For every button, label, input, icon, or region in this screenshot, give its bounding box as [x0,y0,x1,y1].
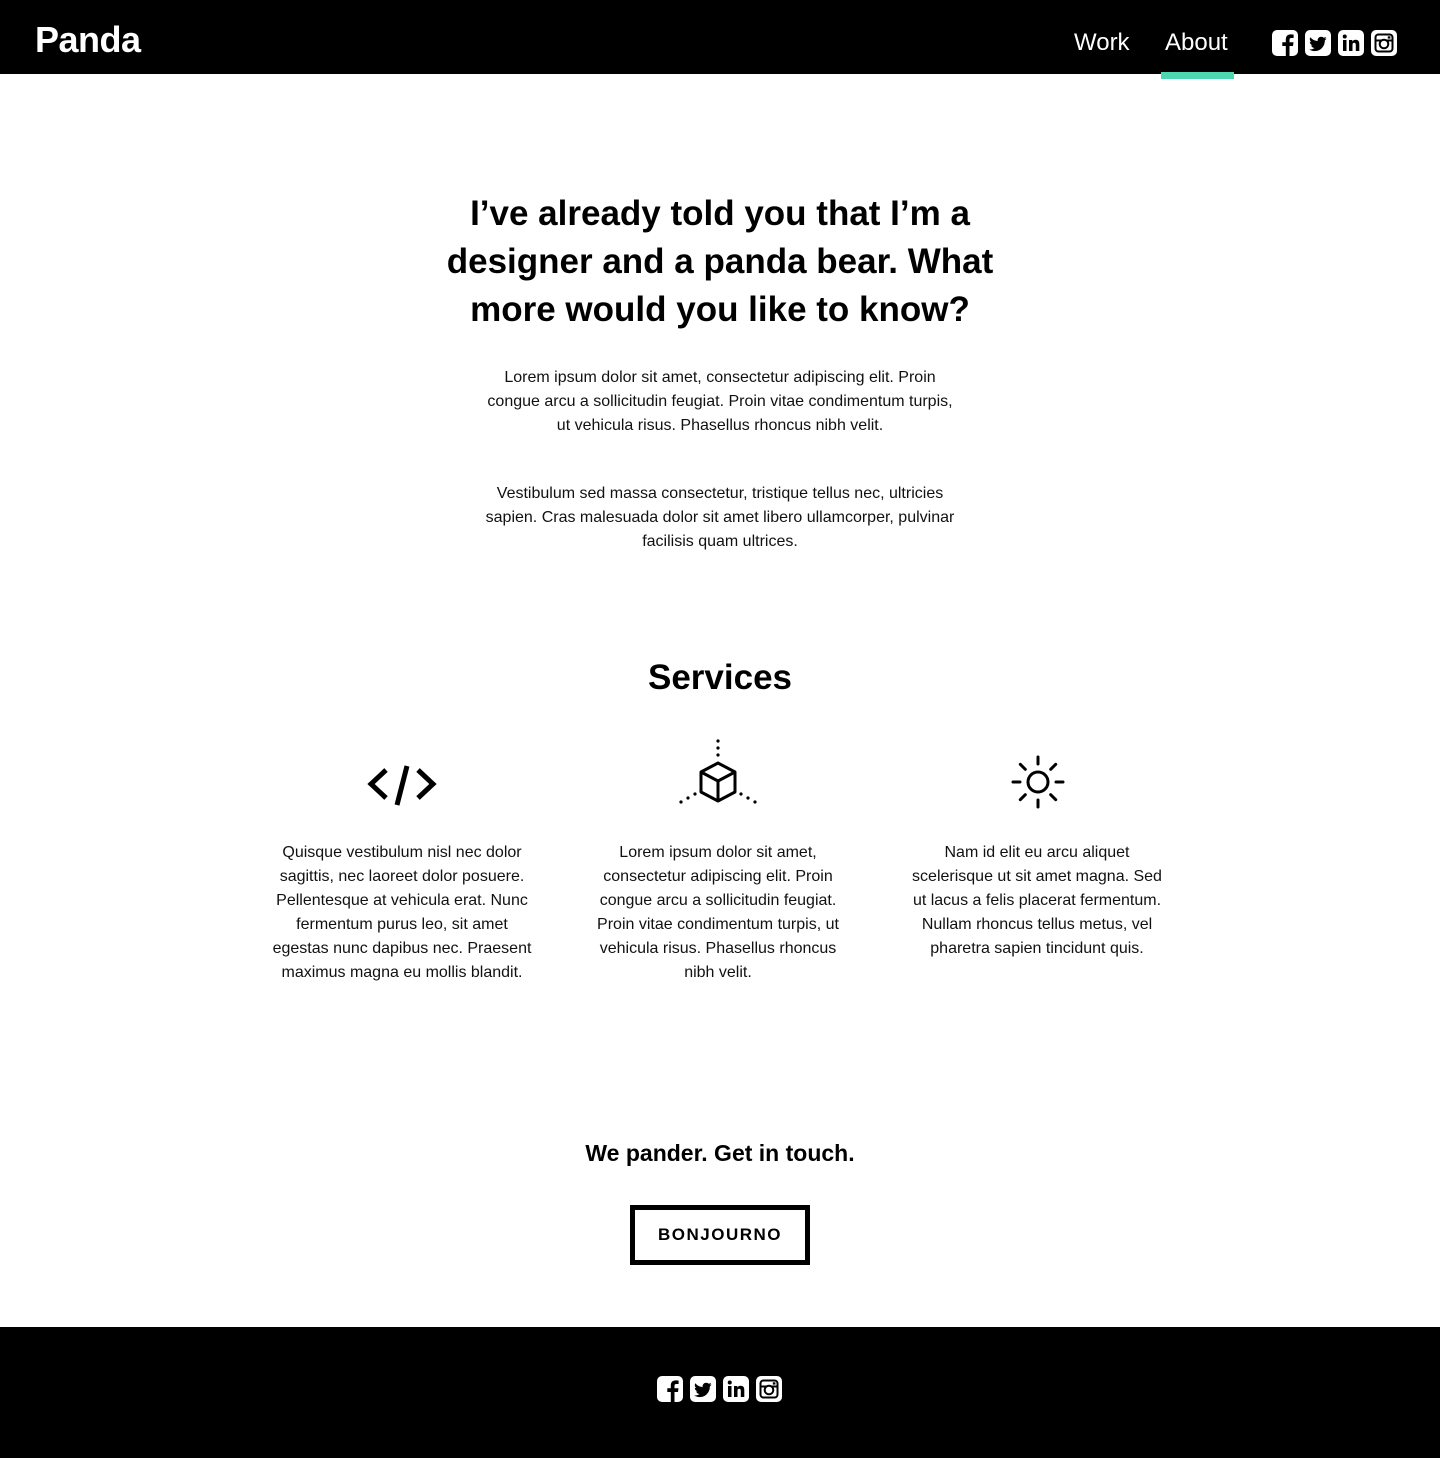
twitter-icon[interactable] [1305,30,1331,56]
facebook-icon[interactable] [657,1376,683,1402]
service-description: Nam id elit eu arcu aliquet scelerisque … [912,844,1162,957]
services-title: Services [647,658,793,697]
instagram-icon[interactable] [756,1376,782,1402]
linkedin-icon[interactable] [1338,30,1364,56]
linkedin-icon[interactable] [723,1376,749,1402]
intro-paragraph: Lorem ipsum dolor sit amet, consectetur … [487,369,953,434]
sun-icon [1011,755,1065,809]
facebook-icon[interactable] [1272,30,1298,56]
site-header: Panda Work About [0,0,1440,79]
nav-about-link[interactable]: About [1165,28,1228,58]
intro-paragraph: Vestibulum sed massa consectetur, tristi… [485,485,955,550]
logo[interactable]: Panda [35,18,141,62]
cta-title: We pander. Get in touch. [585,1140,855,1166]
service-description: Lorem ipsum dolor sit amet, consectetur … [597,844,839,981]
footer-social-links [657,1376,782,1402]
page-headline: I’ve already told you that I’m a designe… [446,194,994,329]
instagram-icon[interactable] [1371,30,1397,56]
cube-icon [679,739,757,804]
active-nav-indicator [1161,72,1234,79]
twitter-icon[interactable] [690,1376,716,1402]
code-icon [367,765,437,806]
service-description: Quisque vestibulum nisl nec dolor sagitt… [272,844,532,981]
contact-button[interactable]: BONJOURNO [630,1205,810,1265]
nav-work-link[interactable]: Work [1074,28,1130,58]
header-social-links [1272,30,1397,56]
